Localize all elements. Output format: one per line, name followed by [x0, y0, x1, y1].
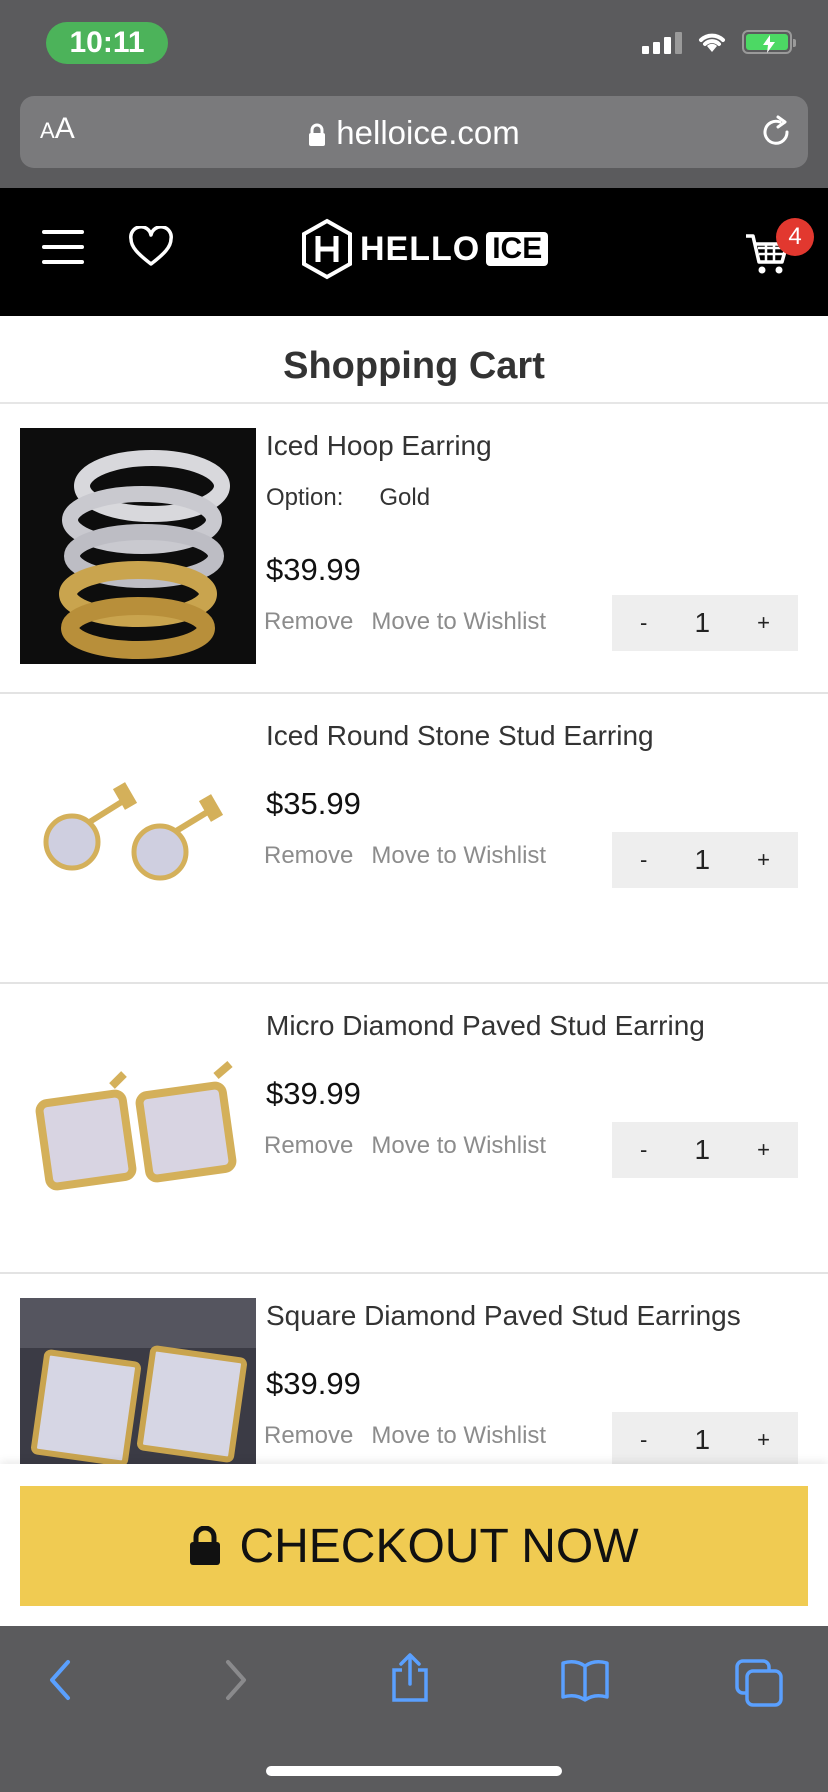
quantity-stepper: - 1 +	[612, 1412, 798, 1464]
cart-item: Square Diamond Paved Stud Earrings $39.9…	[0, 1274, 828, 1464]
product-price: $39.99	[266, 1366, 361, 1401]
checkout-bar: CHECKOUT NOW	[0, 1464, 828, 1626]
quantity-increase-button[interactable]: +	[757, 1427, 770, 1453]
product-name[interactable]: Iced Hoop Earring	[266, 430, 492, 462]
product-name[interactable]: Micro Diamond Paved Stud Earring	[266, 1010, 705, 1042]
remove-link[interactable]: Remove	[264, 1132, 353, 1159]
forward-icon[interactable]	[220, 1658, 250, 1702]
cart-item: Micro Diamond Paved Stud Earring $39.99 …	[0, 984, 828, 1274]
product-image-square-diamond-stud[interactable]	[20, 1298, 256, 1464]
quantity-stepper: - 1 +	[612, 832, 798, 888]
status-icons	[642, 30, 796, 54]
wishlist-heart-icon[interactable]	[128, 226, 174, 268]
item-actions: Remove Move to Wishlist	[264, 608, 546, 636]
back-icon[interactable]	[46, 1658, 76, 1702]
share-icon[interactable]	[388, 1652, 432, 1704]
quantity-increase-button[interactable]: +	[757, 1137, 770, 1163]
status-time: 10:11	[46, 22, 168, 64]
quantity-value[interactable]: 1	[694, 1134, 710, 1166]
quantity-value[interactable]: 1	[694, 607, 710, 639]
url-text: helloice.com	[336, 114, 520, 151]
product-image-micro-diamond-stud[interactable]	[20, 1008, 256, 1244]
battery-icon	[742, 30, 796, 54]
quantity-stepper: - 1 +	[612, 1122, 798, 1178]
cart-item-list: Iced Hoop Earring Option: Gold $39.99 Rem…	[0, 404, 828, 1464]
product-image-round-stud-earring[interactable]	[20, 718, 256, 954]
url-field[interactable]: AA helloice.com	[20, 96, 808, 168]
url-display[interactable]: helloice.com	[20, 114, 808, 152]
item-actions: Remove Move to Wishlist	[264, 842, 546, 870]
item-actions: Remove Move to Wishlist	[264, 1422, 546, 1450]
quantity-increase-button[interactable]: +	[757, 610, 770, 636]
reload-icon[interactable]	[758, 114, 794, 150]
product-price: $39.99	[266, 1076, 361, 1111]
logo-text: HELLO	[360, 229, 481, 268]
move-to-wishlist-link[interactable]: Move to Wishlist	[371, 1132, 546, 1159]
quantity-value[interactable]: 1	[694, 844, 710, 876]
logo-hexagon-icon	[302, 218, 352, 280]
tabs-icon[interactable]	[734, 1658, 784, 1708]
quantity-decrease-button[interactable]: -	[640, 610, 647, 636]
lock-icon	[309, 123, 326, 147]
item-actions: Remove Move to Wishlist	[264, 1132, 546, 1160]
remove-link[interactable]: Remove	[264, 842, 353, 869]
site-logo[interactable]: HELLO ICE	[300, 218, 549, 280]
move-to-wishlist-link[interactable]: Move to Wishlist	[371, 1422, 546, 1449]
option-label: Option:	[266, 484, 344, 511]
lock-icon	[190, 1526, 221, 1565]
bookmarks-icon[interactable]	[560, 1658, 610, 1702]
option-value: Gold	[379, 484, 431, 511]
checkout-now-button[interactable]: CHECKOUT NOW	[20, 1486, 808, 1606]
site-header: HELLO ICE	[0, 188, 828, 316]
product-name[interactable]: Square Diamond Paved Stud Earrings	[266, 1300, 741, 1332]
checkout-label: CHECKOUT NOW	[239, 1519, 639, 1573]
cart-item: Iced Hoop Earring Option: Gold $39.99 Rem…	[0, 404, 828, 694]
quantity-increase-button[interactable]: +	[757, 847, 770, 873]
hamburger-menu-icon[interactable]	[42, 230, 84, 264]
product-image-hoop-earring[interactable]	[20, 428, 256, 664]
product-option: Option: Gold	[266, 484, 430, 512]
product-price: $39.99	[266, 552, 361, 587]
logo-text-box: ICE	[486, 232, 549, 266]
product-price: $35.99	[266, 786, 361, 821]
page-title: Shopping Cart	[0, 316, 828, 404]
wifi-icon	[699, 33, 725, 52]
cart-count-badge: 4	[776, 218, 814, 256]
remove-link[interactable]: Remove	[264, 1422, 353, 1449]
status-bar: 10:11	[0, 0, 828, 86]
move-to-wishlist-link[interactable]: Move to Wishlist	[371, 608, 546, 635]
cart-item: Iced Round Stone Stud Earring $35.99 Rem…	[0, 694, 828, 984]
quantity-decrease-button[interactable]: -	[640, 847, 647, 873]
home-indicator	[266, 1766, 562, 1776]
quantity-value[interactable]: 1	[694, 1424, 710, 1456]
move-to-wishlist-link[interactable]: Move to Wishlist	[371, 842, 546, 869]
cellular-signal-icon	[642, 30, 682, 54]
quantity-decrease-button[interactable]: -	[640, 1427, 647, 1453]
remove-link[interactable]: Remove	[264, 608, 353, 635]
quantity-stepper: - 1 +	[612, 595, 798, 651]
browser-address-bar: AA helloice.com	[0, 86, 828, 188]
quantity-decrease-button[interactable]: -	[640, 1137, 647, 1163]
product-name[interactable]: Iced Round Stone Stud Earring	[266, 720, 654, 752]
